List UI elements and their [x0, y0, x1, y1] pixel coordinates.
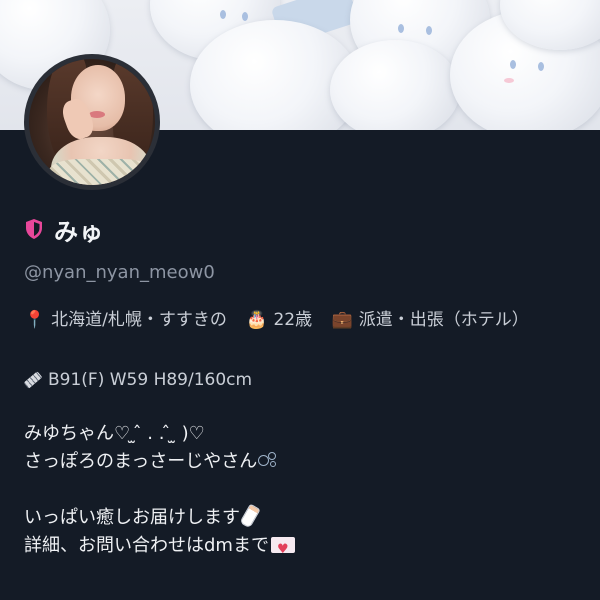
work-item: 💼 派遣・出張（ホテル） [332, 310, 529, 330]
age-item: 🎂 22歳 [246, 310, 317, 330]
avatar[interactable] [24, 54, 160, 190]
bio-line-3 [24, 476, 584, 504]
bio-line-2-text: さっぽろのまっさーじやさん [24, 451, 258, 472]
briefcase-icon: 💼 [331, 310, 353, 330]
bubbles-icon [257, 451, 279, 469]
age-text: 22歳 [273, 310, 313, 330]
bio-line-1: みゆちゃん♡ ̫ ̂ . . ̂ ̫ )♡ [24, 423, 205, 444]
display-name-row: みゅ [24, 212, 104, 246]
bio-line-4: いっぱい癒しお届けします [24, 503, 584, 532]
measurements-text: B91(F) W59 H89/160cm [48, 370, 253, 390]
bio-line-5: 詳細、お問い合わせはdmまで [24, 532, 584, 564]
round-pushpin-icon: 📍 [24, 310, 46, 330]
plush-toy [330, 40, 460, 130]
location-text: 北海道/札幌・すすきの [51, 310, 227, 330]
birthday-cake-icon: 🎂 [246, 310, 268, 330]
location-item: 📍 北海道/札幌・すすきの [24, 310, 232, 330]
shield-icon [26, 219, 42, 239]
love-letter-icon [270, 536, 295, 564]
bio-line-4-text: いっぱい癒しお届けします [24, 507, 240, 528]
profile-meta: 📍 北海道/札幌・すすきの 🎂 22歳 💼 派遣・出張（ホテル） [24, 306, 584, 334]
display-name: みゅ [54, 217, 104, 246]
ruler-icon [23, 371, 43, 389]
work-text: 派遣・出張（ホテル） [358, 310, 529, 330]
measurements-row: B91(F) W59 H89/160cm [23, 370, 253, 390]
bio-line-2: さっぽろのまっさーじやさん [24, 448, 584, 476]
bio-line-5-text: 詳細、お問い合わせはdmまで [24, 535, 269, 556]
baby-bottle-icon [239, 503, 261, 529]
profile-bio: みゆちゃん♡ ̫ ̂ . . ̂ ̫ )♡ さっぽろのまっさーじやさん いっぱい… [24, 420, 584, 564]
username-handle: @nyan_nyan_meow0 [24, 262, 215, 283]
